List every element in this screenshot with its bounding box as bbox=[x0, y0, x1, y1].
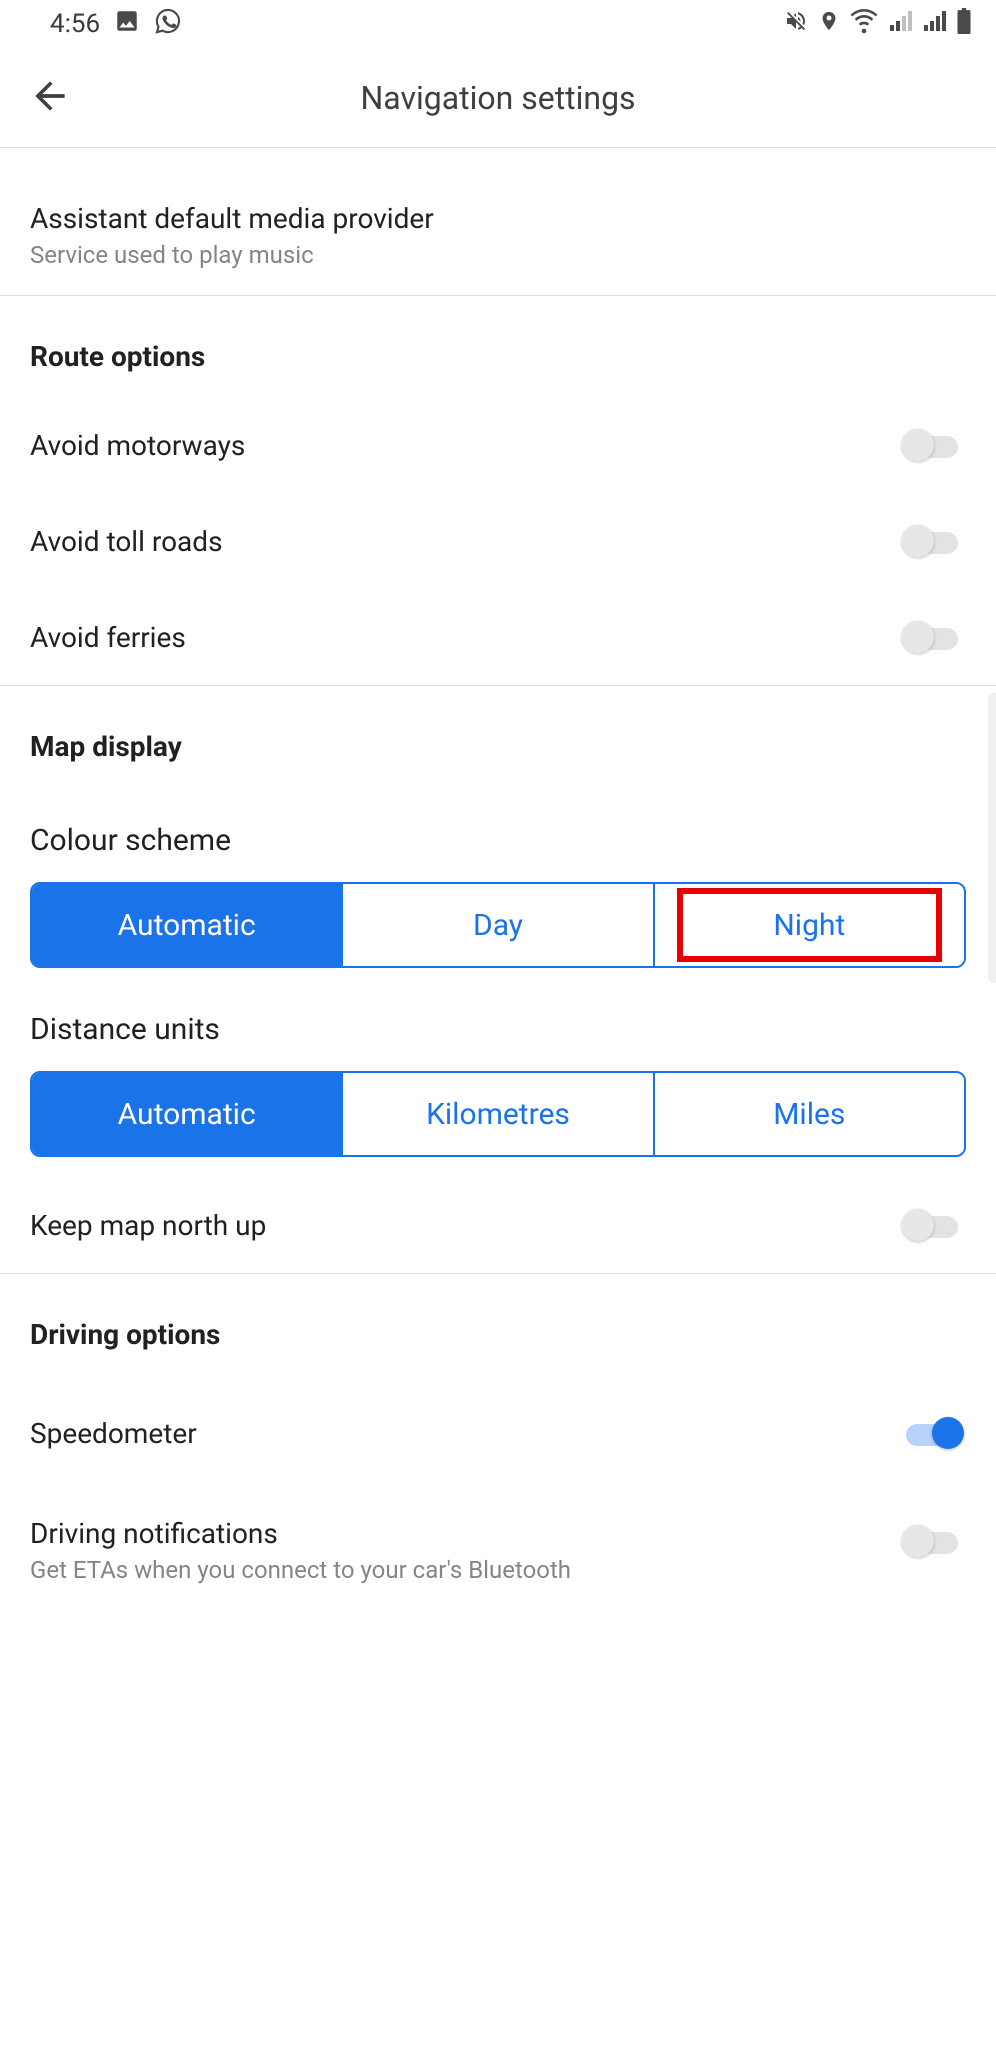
driving-notifications-toggle[interactable] bbox=[906, 1523, 966, 1559]
avoid-motorways-row[interactable]: Avoid motorways bbox=[0, 397, 996, 493]
colour-scheme-label: Colour scheme bbox=[0, 787, 996, 882]
speedometer-label: Speedometer bbox=[30, 1417, 197, 1450]
distance-units-automatic[interactable]: Automatic bbox=[32, 1073, 341, 1155]
media-provider-title: Assistant default media provider bbox=[30, 202, 966, 235]
location-icon bbox=[818, 9, 840, 39]
driving-notifications-subtitle: Get ETAs when you connect to your car's … bbox=[30, 1556, 906, 1584]
avoid-ferries-toggle[interactable] bbox=[906, 619, 966, 655]
status-bar: 4:56 bbox=[0, 0, 996, 48]
keep-north-row[interactable]: Keep map north up bbox=[0, 1165, 996, 1273]
avoid-ferries-row[interactable]: Avoid ferries bbox=[0, 589, 996, 685]
driving-options-header: Driving options bbox=[0, 1274, 996, 1375]
avoid-tolls-row[interactable]: Avoid toll roads bbox=[0, 493, 996, 589]
wifi-icon bbox=[850, 7, 878, 42]
avoid-motorways-label: Avoid motorways bbox=[30, 429, 245, 462]
media-provider-row[interactable]: Assistant default media provider Service… bbox=[0, 148, 996, 295]
status-time: 4:56 bbox=[50, 9, 100, 39]
page-title: Navigation settings bbox=[360, 79, 635, 117]
avoid-motorways-toggle[interactable] bbox=[906, 427, 966, 463]
signal-2-icon bbox=[922, 9, 946, 40]
avoid-tolls-toggle[interactable] bbox=[906, 523, 966, 559]
image-icon bbox=[114, 8, 140, 41]
colour-scheme-night[interactable]: Night bbox=[653, 884, 964, 966]
whatsapp-icon bbox=[154, 7, 182, 42]
driving-notifications-row[interactable]: Driving notifications Get ETAs when you … bbox=[0, 1481, 996, 1614]
scroll-hint bbox=[988, 693, 996, 983]
distance-units-miles[interactable]: Miles bbox=[653, 1073, 964, 1155]
distance-units-label: Distance units bbox=[0, 976, 996, 1071]
avoid-tolls-label: Avoid toll roads bbox=[30, 525, 223, 558]
keep-north-toggle[interactable] bbox=[906, 1207, 966, 1243]
battery-icon bbox=[956, 8, 972, 41]
back-icon[interactable] bbox=[28, 74, 72, 122]
keep-north-label: Keep map north up bbox=[30, 1209, 266, 1242]
distance-units-segmented: Automatic Kilometres Miles bbox=[30, 1071, 966, 1157]
colour-scheme-automatic[interactable]: Automatic bbox=[32, 884, 341, 966]
distance-units-kilometres[interactable]: Kilometres bbox=[341, 1073, 652, 1155]
map-display-header: Map display bbox=[0, 686, 996, 787]
status-left: 4:56 bbox=[50, 7, 182, 42]
status-right bbox=[784, 7, 972, 42]
driving-notifications-title: Driving notifications bbox=[30, 1517, 906, 1550]
signal-1-icon bbox=[888, 9, 912, 40]
speedometer-toggle[interactable] bbox=[906, 1415, 966, 1451]
mute-icon bbox=[784, 9, 808, 40]
colour-scheme-segmented: Automatic Day Night bbox=[30, 882, 966, 968]
colour-scheme-day[interactable]: Day bbox=[341, 884, 652, 966]
media-provider-subtitle: Service used to play music bbox=[30, 241, 966, 269]
app-bar: Navigation settings bbox=[0, 48, 996, 148]
route-options-header: Route options bbox=[0, 296, 996, 397]
avoid-ferries-label: Avoid ferries bbox=[30, 621, 186, 654]
speedometer-row[interactable]: Speedometer bbox=[0, 1375, 996, 1481]
